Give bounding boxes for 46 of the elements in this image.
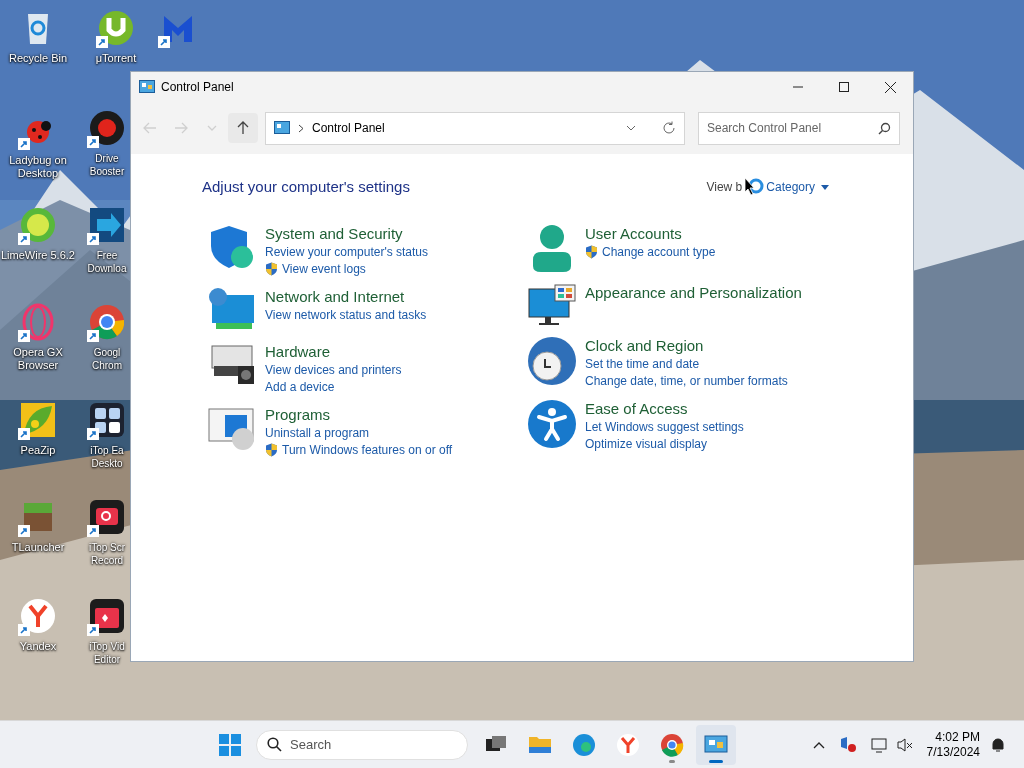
view-by-label: View b — [706, 179, 743, 197]
task-link[interactable]: Change date, time, or number formats — [585, 373, 788, 389]
icon-label: Ladybug on Desktop — [8, 154, 68, 180]
taskbar-search-input[interactable]: Search — [290, 734, 457, 755]
search-field[interactable]: Search Control Panel — [698, 111, 900, 145]
category-title-link[interactable]: System and Security — [265, 223, 429, 244]
category-title-link[interactable]: Network and Internet — [265, 286, 427, 307]
category-title-link[interactable]: Ease of Access — [585, 398, 744, 419]
icon-label: PeaZip — [20, 444, 56, 457]
category-title-link[interactable]: Appearance and Personalization — [585, 282, 802, 303]
clock-date[interactable]: 7/13/2024 — [926, 744, 980, 760]
task-link[interactable]: Review your computer's status — [265, 244, 429, 260]
window-title: Control Panel — [161, 79, 234, 96]
task-link[interactable]: Set the time and date — [585, 356, 700, 372]
icon-label: Googl Chrom — [91, 346, 123, 372]
task-link[interactable]: Add a device — [265, 379, 335, 395]
category-title-link[interactable]: Hardware — [265, 341, 402, 362]
view-dropdown[interactable]: Category — [766, 178, 829, 197]
icon-label: iTop Scr Record — [87, 541, 127, 567]
icon-label: Recycle Bin — [8, 52, 68, 65]
icon-label: LimeWire 5.6.2 — [1, 249, 75, 262]
task-link[interactable]: Turn Windows features on or off — [282, 442, 453, 458]
icon-label: Opera GX Browser — [12, 346, 64, 372]
icon-label: Drive Booster — [88, 152, 126, 178]
icon-label: iTop Vid Editor — [88, 640, 126, 666]
icon-label: iTop Ea Deskto — [89, 444, 125, 470]
category-title-link[interactable]: User Accounts — [585, 223, 716, 244]
icon-label: Yandex — [19, 640, 57, 653]
category-title-link[interactable]: Programs — [265, 404, 453, 425]
task-link[interactable]: View event logs — [282, 261, 366, 277]
icon-label: TLauncher — [11, 541, 65, 554]
taskbar-search-field[interactable]: Search — [256, 729, 468, 760]
task-link[interactable]: View network status and tasks — [265, 307, 427, 323]
breadcrumb-item[interactable]: Control Panel — [312, 119, 385, 137]
task-link[interactable]: Uninstall a program — [265, 425, 370, 441]
task-link[interactable]: Change account type — [602, 244, 716, 260]
clock-time[interactable]: 4:02 PM — [935, 729, 980, 745]
icon-label: μTorrent — [95, 52, 137, 65]
icon-label: Free Downloa — [86, 249, 128, 275]
task-link[interactable]: View devices and printers — [265, 362, 402, 378]
task-link[interactable]: Optimize visual display — [585, 436, 708, 452]
page-heading: Adjust your computer's settings — [202, 177, 410, 197]
category-title-link[interactable]: Clock and Region — [585, 335, 788, 356]
search-input[interactable]: Search Control Panel — [707, 119, 878, 137]
address-bar[interactable]: Control Panel — [265, 111, 685, 145]
task-link[interactable]: Let Windows suggest settings — [585, 419, 744, 435]
